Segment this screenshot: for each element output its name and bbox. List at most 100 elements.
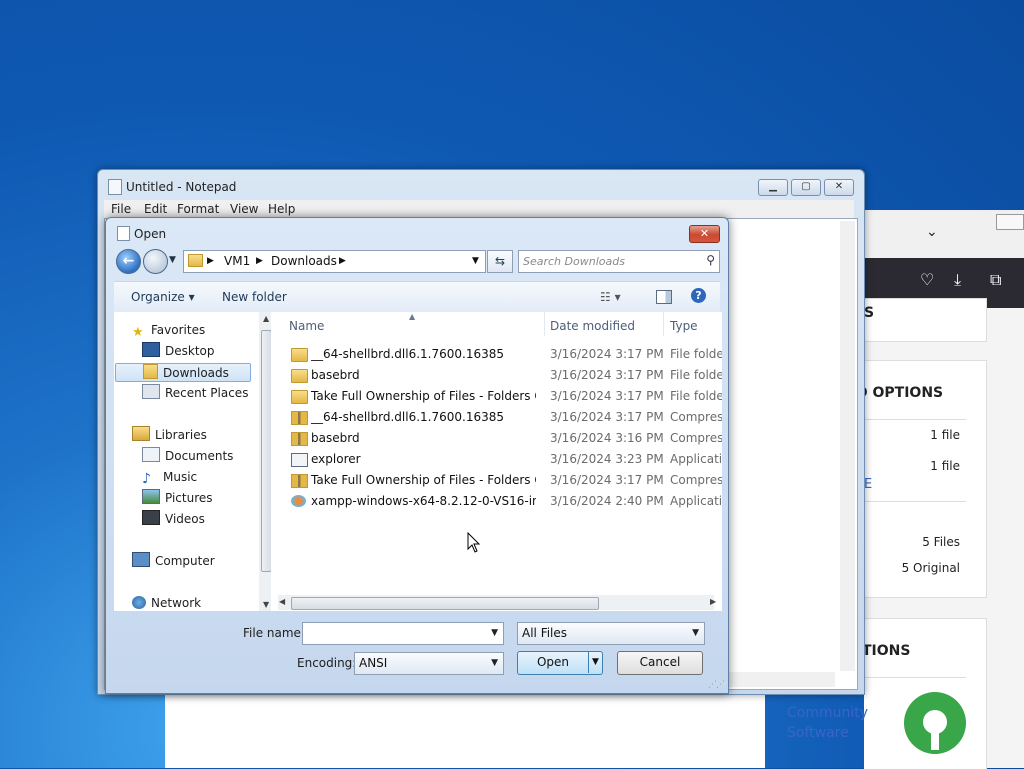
back-button[interactable]: ← <box>116 249 141 274</box>
search-input[interactable] <box>523 253 693 269</box>
nav-computer[interactable]: Computer <box>132 552 215 571</box>
download-icon[interactable]: ⤓ <box>954 270 961 290</box>
search-icon[interactable]: ⚲ <box>706 253 715 267</box>
menu-format[interactable]: Format <box>177 202 219 216</box>
file-name-dropdown-icon[interactable]: ▼ <box>491 628 498 638</box>
file-date: 3/16/2024 3:17 PM <box>550 389 664 403</box>
file-row[interactable]: __64-shellbrd.dll6.1.7600.16385 3/16/202… <box>271 407 722 428</box>
open-button-label: Open <box>536 655 570 669</box>
file-row[interactable]: Take Full Ownership of Files - Folders C… <box>271 470 722 491</box>
close-button[interactable]: ✕ <box>689 225 720 243</box>
music-icon: ♪ <box>142 471 151 487</box>
nav-desktop[interactable]: Desktop <box>142 342 215 361</box>
file-date: 3/16/2024 3:17 PM <box>550 347 664 361</box>
open-button[interactable]: Open ▼ <box>517 651 603 675</box>
cancel-button[interactable]: Cancel <box>617 651 703 675</box>
column-name[interactable]: Name <box>289 319 324 333</box>
scroll-left-icon[interactable]: ◀ <box>279 597 285 606</box>
nav-pictures[interactable]: Pictures <box>142 489 213 508</box>
file-name-input[interactable] <box>306 625 486 641</box>
encoding-select[interactable]: ANSI ▼ <box>354 652 504 675</box>
column-separator[interactable] <box>663 312 664 336</box>
nav-label: Documents <box>165 449 234 463</box>
row-value: 1 file <box>930 459 960 473</box>
partial-link[interactable]: E <box>864 477 872 492</box>
scroll-up-icon[interactable]: ▲ <box>263 314 269 323</box>
notepad-icon <box>108 179 122 195</box>
nav-recent-places[interactable]: Recent Places <box>142 384 248 403</box>
browser-window: ⌄ ♡ ⤓ ⧉ S D OPTIONS 1 file 1 file E 5 Fi… <box>856 210 1024 769</box>
search-box[interactable]: ⚲ <box>518 250 720 273</box>
menu-view[interactable]: View <box>230 202 258 216</box>
file-row[interactable]: explorer 3/16/2024 3:23 PM Applicatio <box>271 449 722 470</box>
recent-locations-dropdown-icon[interactable]: ▼ <box>169 255 176 265</box>
command-bar: Organize ▾ New folder ☷ ▾ ? <box>114 281 720 313</box>
file-type-filter[interactable]: All Files ▼ <box>517 622 705 645</box>
scroll-down-icon[interactable]: ▼ <box>263 600 269 609</box>
file-type: Applicatio <box>670 452 722 466</box>
breadcrumb-downloads[interactable]: Downloads <box>271 254 337 268</box>
scroll-right-icon[interactable]: ▶ <box>710 597 716 606</box>
chevron-down-icon[interactable]: ▼ <box>491 658 498 668</box>
resize-grip-icon[interactable]: ⋰⋰ <box>708 680 725 690</box>
address-dropdown-icon[interactable]: ▼ <box>472 256 479 266</box>
options-heading-2: TIONS <box>862 643 911 659</box>
community-software-link[interactable]: Community Software <box>787 703 877 743</box>
maximize-button[interactable]: ▢ <box>791 179 821 196</box>
address-bar[interactable]: ▶ VM1 ▶ Downloads ▶ ▼ <box>183 250 486 273</box>
nav-label: Desktop <box>165 344 215 358</box>
breadcrumb-separator-icon[interactable]: ▶ <box>256 256 263 266</box>
menu-help[interactable]: Help <box>268 202 295 216</box>
file-name: __64-shellbrd.dll6.1.7600.16385 <box>311 410 504 424</box>
column-separator[interactable] <box>544 312 545 336</box>
file-row[interactable]: basebrd 3/16/2024 3:16 PM Compress <box>271 428 722 449</box>
file-row[interactable]: basebrd 3/16/2024 3:17 PM File folder <box>271 365 722 386</box>
divider <box>864 677 966 678</box>
file-name-combo[interactable]: ▼ <box>302 622 504 645</box>
nav-videos[interactable]: Videos <box>142 510 205 529</box>
chevron-down-icon[interactable]: ▼ <box>692 628 699 638</box>
new-folder-button[interactable]: New folder <box>222 290 287 304</box>
help-icon[interactable]: ? <box>691 288 706 303</box>
folder-icon <box>188 254 203 267</box>
file-row[interactable]: __64-shellbrd.dll6.1.7600.16385 3/16/202… <box>271 344 722 365</box>
nav-documents[interactable]: Documents <box>142 447 233 466</box>
row-value: 5 Files <box>922 535 960 549</box>
sort-ascending-icon: ▲ <box>409 312 416 321</box>
file-row[interactable]: Take Full Ownership of Files - Folders C… <box>271 386 722 407</box>
zip-folder-icon <box>291 474 308 488</box>
minimize-icon[interactable] <box>996 214 1024 230</box>
view-options-icon[interactable]: ☷ ▾ <box>600 290 621 304</box>
file-date: 3/16/2024 3:23 PM <box>550 452 664 466</box>
menu-file[interactable]: File <box>111 202 131 216</box>
recent-places-icon <box>142 384 160 399</box>
partial-heading: S <box>864 305 875 321</box>
extensions-icon[interactable]: ⧉ <box>990 270 1001 290</box>
column-type[interactable]: Type <box>670 319 698 333</box>
vertical-scrollbar[interactable] <box>840 221 855 671</box>
menu-bar: File Edit Format View Help <box>104 200 854 218</box>
organize-button[interactable]: Organize ▾ <box>131 290 195 304</box>
forward-button[interactable] <box>143 249 168 274</box>
pocket-icon[interactable]: ♡ <box>920 270 934 289</box>
tab-list-chevron-icon[interactable]: ⌄ <box>926 224 938 240</box>
nav-network[interactable]: Network <box>132 594 201 613</box>
menu-edit[interactable]: Edit <box>144 202 167 216</box>
breadcrumb-separator-icon[interactable]: ▶ <box>339 256 346 266</box>
breadcrumb-vm1[interactable]: VM1 <box>224 254 250 268</box>
row-value: 5 Original <box>901 561 960 575</box>
refresh-button[interactable]: ⇆ <box>487 250 513 273</box>
nav-favorites[interactable]: ★ Favorites <box>132 321 205 340</box>
preview-pane-icon[interactable] <box>656 290 672 304</box>
nav-downloads[interactable]: Downloads <box>115 363 251 382</box>
close-button[interactable]: ✕ <box>824 179 854 196</box>
videos-icon <box>142 510 160 525</box>
minimize-button[interactable]: ▁ <box>758 179 788 196</box>
file-list-scroll-thumb[interactable] <box>291 597 599 610</box>
breadcrumb-separator-icon[interactable]: ▶ <box>207 256 214 266</box>
nav-music[interactable]: ♪ Music <box>142 468 197 487</box>
column-date-modified[interactable]: Date modified <box>550 319 635 333</box>
file-row[interactable]: xampp-windows-x64-8.2.12-0-VS16-insta...… <box>271 491 722 512</box>
open-options-dropdown-icon[interactable]: ▼ <box>592 652 599 673</box>
nav-libraries[interactable]: Libraries <box>132 426 207 445</box>
